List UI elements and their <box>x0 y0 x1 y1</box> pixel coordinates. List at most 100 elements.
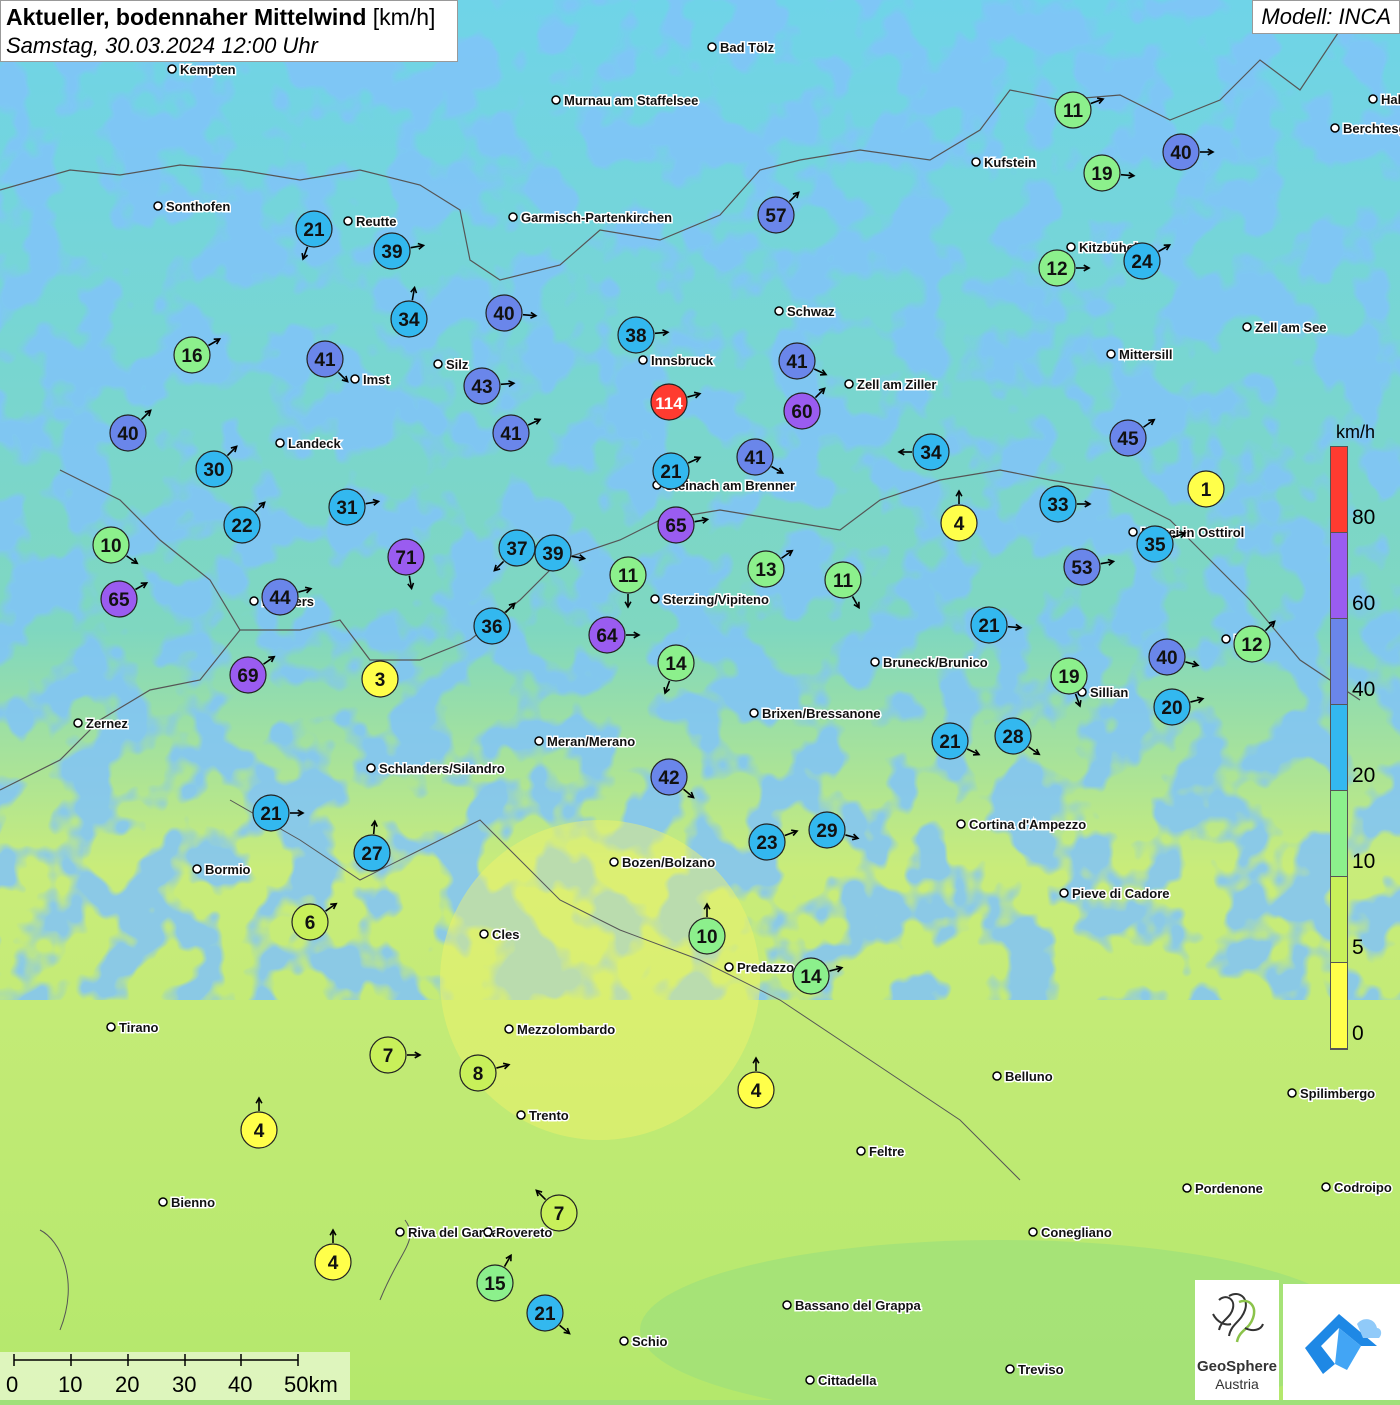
wind-speed-value: 10 <box>696 927 717 948</box>
city-label: Garmisch-Partenkirchen <box>521 210 672 225</box>
city-dot <box>971 157 981 167</box>
legend-swatch <box>1331 705 1347 791</box>
wind-speed-value: 21 <box>260 804 282 825</box>
wind-speed-value: 14 <box>800 967 822 988</box>
city-label: Meran/Merano <box>547 734 635 749</box>
city-label: Cittadella <box>818 1373 877 1388</box>
wind-speed-value: 24 <box>1131 252 1153 273</box>
city-dot <box>167 64 177 74</box>
wind-speed-value: 40 <box>1156 648 1177 669</box>
wind-speed-value: 10 <box>100 536 121 557</box>
wind-speed-value: 7 <box>554 1204 565 1225</box>
city-label: Mittersill <box>1119 347 1172 362</box>
city-dot <box>343 216 353 226</box>
city-dot <box>619 1336 629 1346</box>
scale-label-0: 0 <box>6 1372 19 1397</box>
wind-speed-value: 36 <box>481 617 502 638</box>
wind-speed-value: 64 <box>596 626 618 647</box>
city-marker: Sonthofen <box>153 198 232 216</box>
city-label: Kempten <box>180 62 236 77</box>
scale-label-50km: 50km <box>284 1372 338 1397</box>
city-label: Codroipo <box>1334 1180 1392 1195</box>
wind-speed-value: 27 <box>361 844 382 865</box>
city-dot <box>551 95 561 105</box>
wind-speed-value: 38 <box>625 326 646 347</box>
city-dot <box>1182 1183 1192 1193</box>
city-label: Silz <box>446 357 469 372</box>
city-label: Feltre <box>869 1144 904 1159</box>
city-dot <box>956 819 966 829</box>
city-label: Bozen/Bolzano <box>622 855 715 870</box>
legend-unit: km/h <box>1336 422 1376 442</box>
city-marker: Brixen/Bressanone <box>749 705 882 723</box>
city-label: Schlanders/Silandro <box>379 761 505 776</box>
wind-speed-value: 41 <box>314 350 336 371</box>
city-label: Brixen/Bressanone <box>762 706 881 721</box>
wind-speed-value: 19 <box>1091 164 1112 185</box>
city-label: Schio <box>632 1334 667 1349</box>
city-dot <box>504 1024 514 1034</box>
city-marker: Bruneck/Brunico <box>870 654 989 672</box>
wind-speed-value: 21 <box>303 220 325 241</box>
city-label: Cortina d'Ampezzo <box>969 817 1086 832</box>
map-title: Aktueller, bodennaher Mittelwind [km/h] <box>6 4 452 31</box>
city-marker: Zell am See <box>1242 319 1328 337</box>
wind-map: Kempten Bad Tölz Murnau am Staffelsee Halle… <box>0 0 1400 1400</box>
wind-speed-value: 41 <box>786 352 808 373</box>
city-dot <box>856 1146 866 1156</box>
wind-speed-value: 21 <box>978 616 1000 637</box>
wind-speed-value: 33 <box>1047 495 1068 516</box>
city-dot <box>516 1110 526 1120</box>
city-dot <box>1321 1182 1331 1192</box>
wind-speed-value: 13 <box>755 560 776 581</box>
wind-speed-value: 4 <box>328 1253 339 1274</box>
wind-station[interactable]: 1 <box>1187 470 1225 508</box>
city-label: Bruneck/Brunico <box>883 655 988 670</box>
city-dot <box>844 379 854 389</box>
legend-swatch <box>1331 963 1347 1049</box>
title-box: Aktueller, bodennaher Mittelwind [km/h] … <box>0 0 458 62</box>
legend-tick-80: 80 <box>1352 506 1376 529</box>
wind-speed-value: 14 <box>665 654 687 675</box>
wind-station[interactable]: 3 <box>361 660 399 698</box>
wind-speed-value: 71 <box>395 548 417 569</box>
city-dot <box>1330 123 1340 133</box>
geosphere-icon <box>1212 1292 1264 1343</box>
city-marker: Bassano del Grappa <box>782 1297 923 1315</box>
wind-speed-value: 44 <box>269 588 291 609</box>
wind-speed-value: 65 <box>665 516 687 537</box>
city-label: Treviso <box>1018 1362 1064 1377</box>
app-logo[interactable] <box>1283 1284 1400 1400</box>
legend-swatch <box>1331 791 1347 877</box>
city-marker: Murnau am Staffelsee <box>551 92 700 110</box>
wind-speed-value: 60 <box>791 402 812 423</box>
app-icon <box>1305 1314 1382 1374</box>
city-label: Sillian <box>1090 685 1128 700</box>
city-dot <box>782 1300 792 1310</box>
city-dot <box>1368 94 1378 104</box>
city-label: Cles <box>492 927 519 942</box>
city-dot <box>275 438 285 448</box>
wind-speed-value: 22 <box>231 516 252 537</box>
wind-speed-value: 34 <box>398 310 420 331</box>
city-dot <box>158 1197 168 1207</box>
geosphere-logo[interactable]: GeoSphere Austria <box>1195 1280 1279 1400</box>
wind-speed-value: 57 <box>765 206 786 227</box>
geosphere-name: GeoSphere <box>1196 1358 1278 1375</box>
wind-speed-value: 23 <box>756 833 777 854</box>
city-dot <box>153 201 163 211</box>
city-dot <box>992 1071 1002 1081</box>
wind-speed-value: 43 <box>471 377 492 398</box>
city-dot <box>1005 1364 1015 1374</box>
city-dot <box>479 929 489 939</box>
city-marker: Zell am Ziller <box>844 376 938 394</box>
wind-speed-value: 34 <box>920 443 942 464</box>
city-label: Spilimbergo <box>1300 1086 1375 1101</box>
title-unit: [km/h] <box>372 4 436 30</box>
city-dot <box>433 359 443 369</box>
wind-speed-value: 11 <box>833 571 854 592</box>
city-dot <box>609 857 619 867</box>
wind-speed-value: 12 <box>1241 635 1262 656</box>
city-label: Zernez <box>86 716 128 731</box>
city-label: Tirano <box>119 1020 159 1035</box>
